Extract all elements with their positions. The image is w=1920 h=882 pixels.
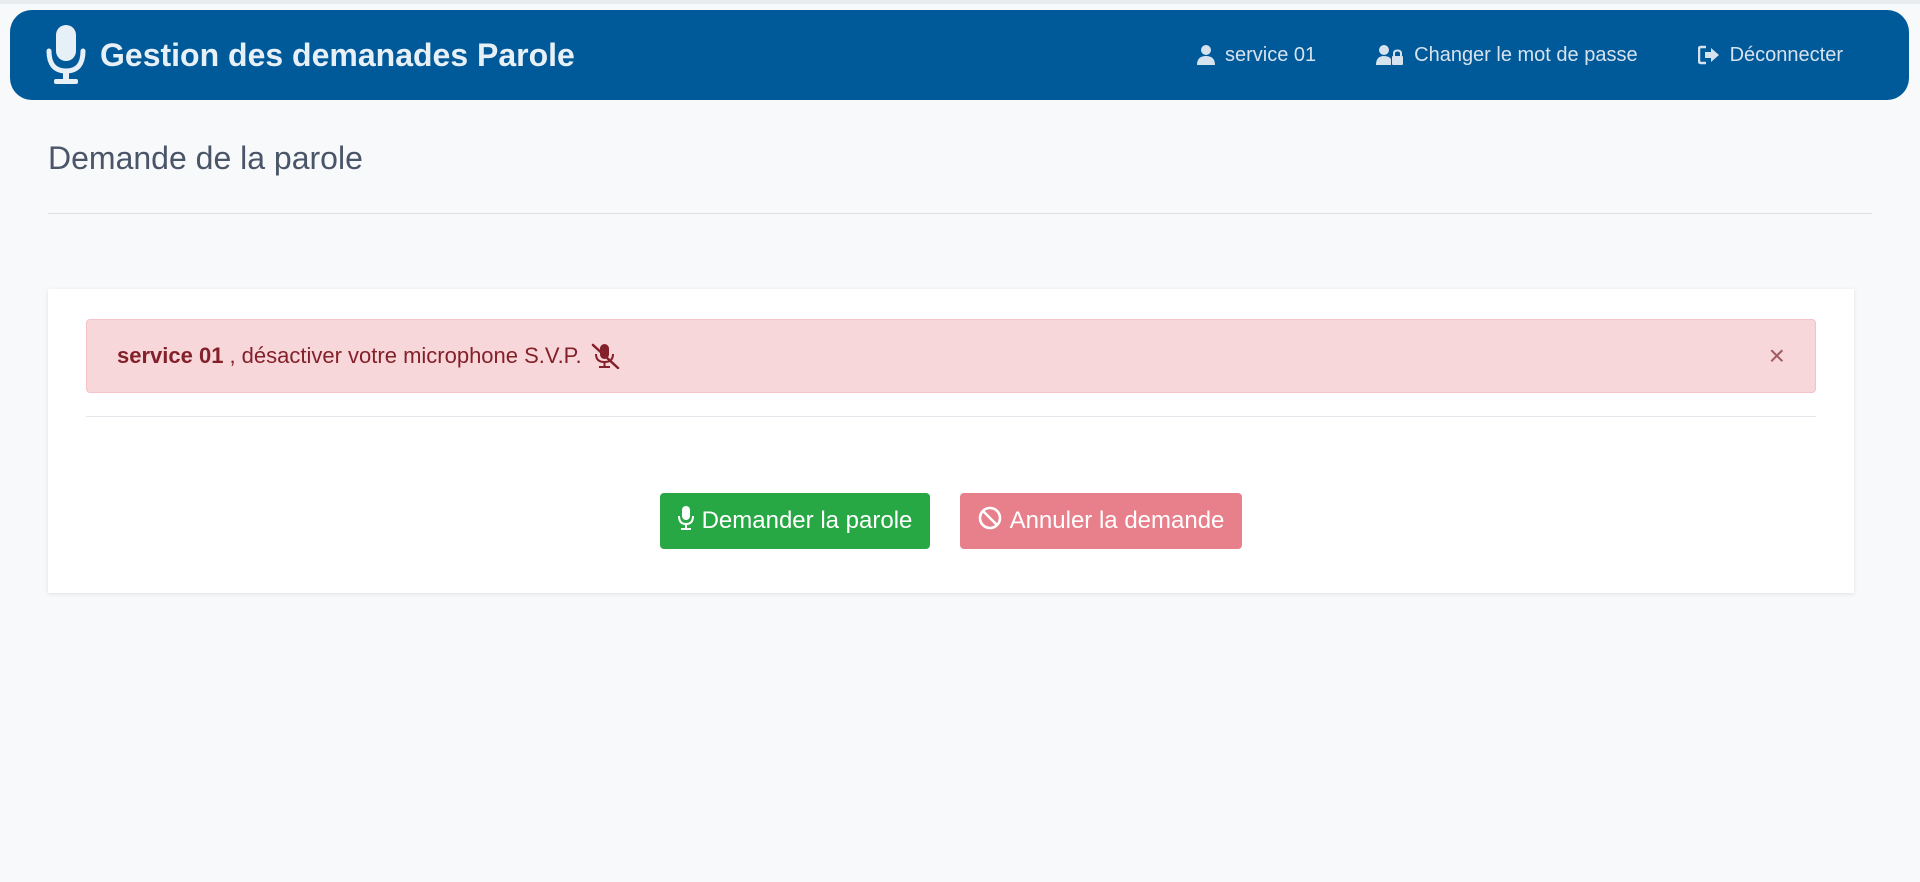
nav-change-password[interactable]: Changer le mot de passe	[1376, 43, 1638, 67]
brand[interactable]: Gestion des demanades Parole	[46, 10, 575, 100]
cancel-request-label: Annuler la demande	[1009, 507, 1225, 534]
card-divider	[86, 416, 1816, 417]
microphone-icon	[677, 505, 694, 537]
nav-user[interactable]: service 01	[1196, 43, 1317, 67]
alert-message: , désactiver votre microphone S.V.P.	[229, 343, 582, 368]
request-speak-label: Demander la parole	[701, 507, 913, 534]
nav-change-password-label: Changer le mot de passe	[1414, 43, 1638, 66]
window-top-border	[0, 0, 1920, 4]
ban-icon	[978, 506, 1002, 537]
nav-logout-label: Déconnecter	[1729, 43, 1843, 66]
navbar: Gestion des demanades Parole service 01	[10, 10, 1909, 100]
microphone-slash-icon	[590, 343, 620, 369]
user-icon	[1196, 45, 1215, 65]
nav-links: service 01 Changer le mot de passe Décon…	[1196, 10, 1843, 100]
alert-user-name: service 01	[117, 343, 224, 368]
request-speak-button[interactable]: Demander la parole	[660, 493, 930, 549]
alert-danger: service 01 , désactiver votre microphone…	[86, 319, 1816, 393]
brand-title: Gestion des demanades Parole	[100, 36, 575, 73]
alert-close-button[interactable]: ×	[1769, 342, 1785, 370]
user-lock-icon	[1376, 45, 1404, 65]
nav-user-label: service 01	[1224, 43, 1317, 66]
page-title: Demande de la parole	[48, 140, 363, 176]
divider	[48, 213, 1872, 214]
request-card: service 01 , désactiver votre microphone…	[48, 289, 1854, 593]
nav-logout[interactable]: Déconnecter	[1697, 43, 1843, 67]
sign-out-icon	[1697, 45, 1720, 65]
microphone-icon	[46, 25, 86, 85]
cancel-request-button[interactable]: Annuler la demande	[960, 493, 1242, 549]
